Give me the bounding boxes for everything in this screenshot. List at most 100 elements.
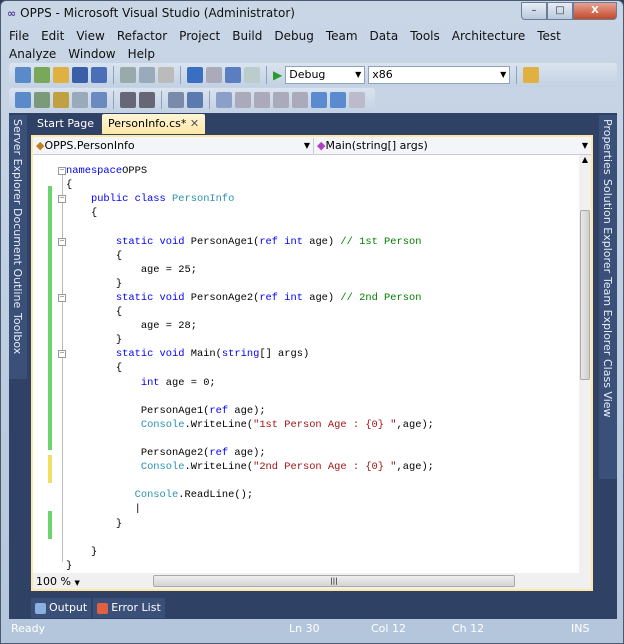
- code-line: Console.ReadLine();: [66, 488, 253, 502]
- menu-project[interactable]: Project: [179, 27, 220, 45]
- navigate-icon[interactable]: [225, 67, 241, 83]
- panel-server-explorer[interactable]: Server Explorer: [11, 119, 24, 204]
- comment-icon[interactable]: [168, 92, 184, 108]
- code-line: Console.WriteLine("1st Person Age : {0} …: [66, 418, 434, 432]
- open-file-icon[interactable]: [53, 67, 69, 83]
- menu-data[interactable]: Data: [370, 27, 399, 45]
- code-token: {: [66, 306, 123, 318]
- save-icon[interactable]: [72, 67, 88, 83]
- redo-icon[interactable]: [206, 67, 222, 83]
- zoom-select[interactable]: 100 % ▼: [33, 575, 83, 588]
- start-debugging-icon[interactable]: ▶: [273, 68, 282, 82]
- prev-bookmark-folder-icon[interactable]: [273, 92, 289, 108]
- menu-edit[interactable]: Edit: [41, 27, 64, 45]
- code-area[interactable]: namespaceOPPS −{ public class PersonInfo −…: [33, 157, 577, 573]
- menu-test[interactable]: Test: [537, 27, 561, 45]
- next-bookmark-folder-icon[interactable]: [292, 92, 308, 108]
- menu-analyze[interactable]: Analyze: [9, 45, 56, 63]
- code-token: namespace: [66, 165, 123, 177]
- decrease-indent-icon[interactable]: [120, 92, 136, 108]
- vs-window: ∞ OPPS - Microsoft Visual Studio (Adminis…: [0, 0, 624, 644]
- panel-toolbox[interactable]: Toolbox: [11, 313, 24, 354]
- next-bookmark-icon[interactable]: [254, 92, 270, 108]
- code-line: PersonAge1(ref age);: [66, 404, 266, 418]
- class-view-icon[interactable]: [34, 92, 50, 108]
- collapse-toggle-icon[interactable]: −: [58, 293, 66, 302]
- output-icon: [35, 602, 46, 614]
- tab-personinfo[interactable]: PersonInfo.cs* ✕: [102, 114, 206, 134]
- type-select[interactable]: ◆OPPS.PersonInfo ▼: [33, 138, 313, 154]
- save-all-icon[interactable]: [91, 67, 107, 83]
- vertical-scroll-thumb[interactable]: [580, 210, 590, 380]
- quick-info-icon[interactable]: [72, 92, 88, 108]
- code-line: {: [66, 249, 122, 263]
- find-in-files-icon[interactable]: [523, 67, 540, 83]
- menu-tools[interactable]: Tools: [410, 27, 440, 45]
- code-token: "1st Person Age : {0} ": [253, 418, 397, 431]
- code-token: }: [66, 559, 73, 572]
- parameter-info-icon[interactable]: [91, 92, 107, 108]
- collapse-toggle-icon[interactable]: −: [58, 167, 66, 175]
- menu-help[interactable]: Help: [128, 45, 155, 63]
- vertical-scrollbar[interactable]: ▲: [579, 155, 591, 573]
- navigation-bar: ◆OPPS.PersonInfo ▼ ◆Main(string[] args) ▼: [33, 137, 591, 155]
- menu-debug[interactable]: Debug: [274, 27, 313, 45]
- code-token: // 2nd Person: [340, 291, 422, 304]
- menu-refactor[interactable]: Refactor: [117, 27, 167, 45]
- next-bookmark-doc-icon[interactable]: [330, 92, 346, 108]
- panel-document-outline[interactable]: Document Outline: [11, 208, 24, 308]
- member-select[interactable]: ◆Main(string[] args) ▼: [313, 138, 591, 154]
- copy-icon[interactable]: [139, 67, 155, 83]
- tab-error-list[interactable]: Error List: [93, 598, 165, 618]
- maximize-button[interactable]: □: [547, 2, 573, 20]
- code-token: age);: [234, 447, 266, 459]
- menu-view[interactable]: View: [76, 27, 104, 45]
- clear-bookmarks-icon[interactable]: [349, 92, 365, 108]
- solution-config-select[interactable]: Debug ▼: [285, 66, 366, 84]
- collapse-toggle-icon[interactable]: −: [58, 195, 66, 204]
- panel-solution-explorer[interactable]: Solution Explorer: [601, 179, 614, 273]
- increase-indent-icon[interactable]: [139, 92, 155, 108]
- tab-start-page[interactable]: Start Page: [31, 114, 100, 134]
- code-line: {: [66, 178, 72, 192]
- horizontal-scroll-thumb[interactable]: |||: [153, 575, 515, 587]
- code-token: Console: [134, 489, 179, 502]
- code-token: PersonAge2(: [66, 447, 210, 459]
- menu-window[interactable]: Window: [68, 45, 115, 63]
- platform-select[interactable]: x86 ▼: [368, 66, 511, 84]
- prev-bookmark-icon[interactable]: [235, 92, 251, 108]
- code-token: OPPS: [122, 165, 148, 177]
- collapse-toggle-icon[interactable]: −: [58, 237, 66, 246]
- code-token: .ReadLine();: [178, 489, 254, 502]
- paste-icon[interactable]: [158, 67, 174, 83]
- prev-bookmark-doc-icon[interactable]: [311, 92, 327, 108]
- cut-icon[interactable]: [120, 67, 136, 83]
- minimize-button[interactable]: –: [521, 2, 547, 20]
- object-browser-icon[interactable]: [15, 92, 31, 108]
- member-list-icon[interactable]: [53, 92, 69, 108]
- horizontal-scrollbar[interactable]: |||: [83, 573, 591, 589]
- navigate-forward-icon[interactable]: [244, 67, 260, 83]
- close-tab-icon[interactable]: ✕: [190, 117, 199, 130]
- panel-properties[interactable]: Properties: [601, 119, 614, 175]
- uncomment-icon[interactable]: [187, 92, 203, 108]
- panel-team-explorer[interactable]: Team Explorer: [601, 277, 614, 355]
- panel-class-view[interactable]: Class View: [601, 359, 614, 418]
- menu-build[interactable]: Build: [232, 27, 262, 45]
- tab-output[interactable]: Output: [31, 598, 92, 618]
- collapse-toggle-icon[interactable]: −: [58, 350, 66, 359]
- new-project-icon[interactable]: [15, 67, 31, 83]
- code-token: // 1st Person: [340, 235, 422, 248]
- code-token: .WriteLine(: [184, 418, 254, 431]
- bookmark-icon[interactable]: [216, 92, 232, 108]
- close-button[interactable]: X: [573, 2, 617, 20]
- menu-team[interactable]: Team: [326, 27, 358, 45]
- code-line: PersonAge2(ref age);: [66, 446, 266, 460]
- code-token: PersonAge2(: [190, 291, 260, 304]
- undo-icon[interactable]: [187, 67, 203, 83]
- add-item-icon[interactable]: [34, 67, 50, 83]
- standard-toolbar: ▶ Debug ▼ x86 ▼: [9, 63, 617, 87]
- menu-architecture[interactable]: Architecture: [452, 27, 525, 45]
- menu-file[interactable]: File: [9, 27, 29, 45]
